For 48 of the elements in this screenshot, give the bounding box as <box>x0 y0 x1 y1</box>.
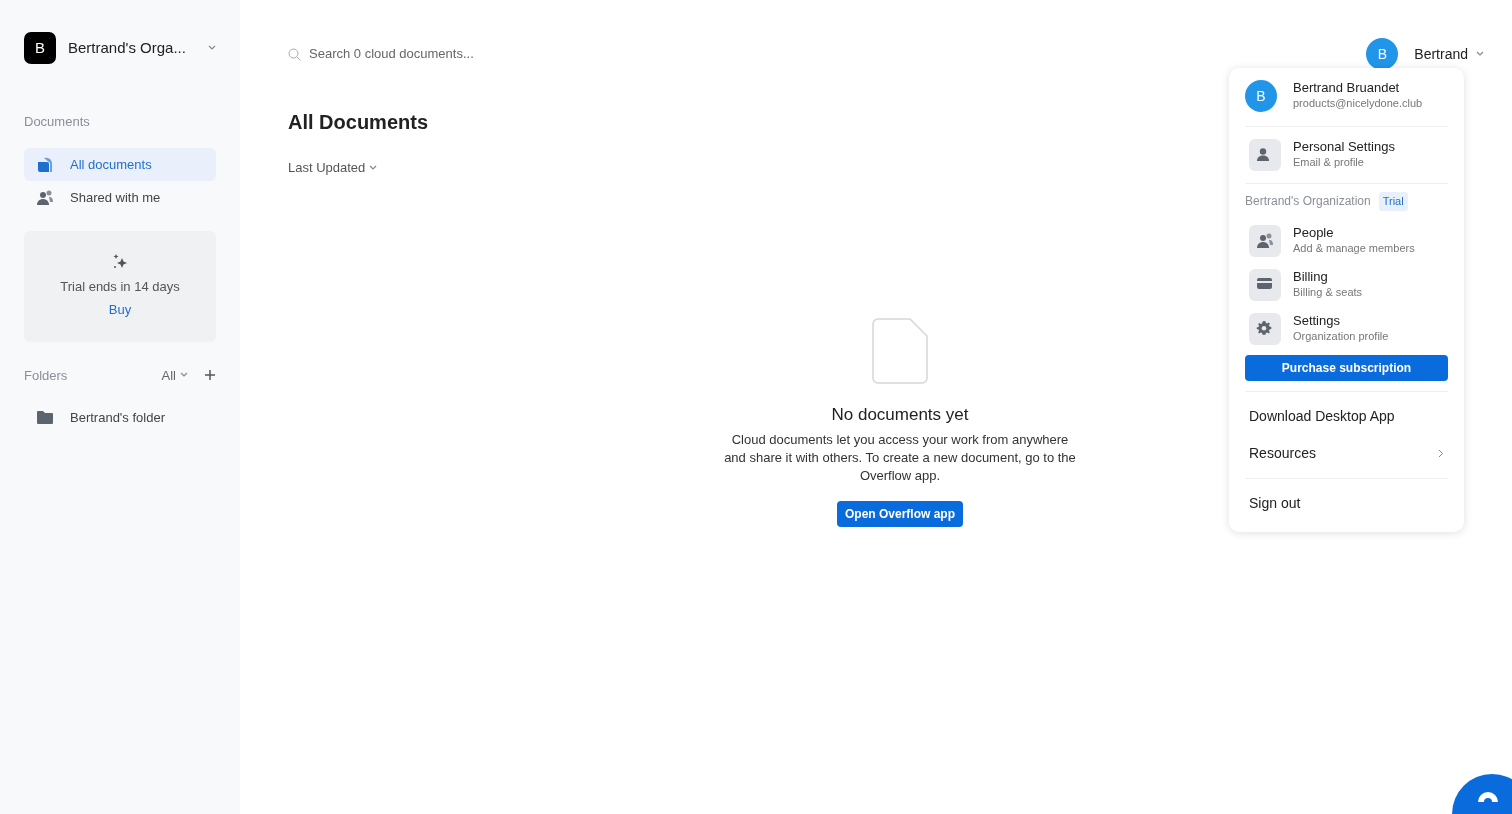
menu-item-subtitle: Email & profile <box>1293 155 1365 170</box>
folders-label: Folders <box>24 366 69 385</box>
org-avatar: B <box>24 32 56 64</box>
chevron-down-icon <box>180 372 188 379</box>
file-icon <box>872 317 928 384</box>
chevron-down-icon <box>1476 51 1484 57</box>
folder-filter[interactable]: All <box>161 365 176 385</box>
section-label: Documents <box>24 113 91 131</box>
menu-link[interactable]: Download Desktop App <box>1249 405 1395 427</box>
menu-item-subtitle: Organization profile <box>1293 328 1389 344</box>
profile-email: products@nicelydone.club <box>1293 96 1423 111</box>
search-icon <box>288 47 301 61</box>
documents-icon <box>36 155 54 173</box>
purchase-button[interactable]: Purchase subscription <box>1245 354 1448 381</box>
menu-item-title: Settings <box>1293 313 1341 329</box>
page-title: All Documents <box>288 110 430 134</box>
plus-icon[interactable] <box>204 369 216 382</box>
profile-avatar: B <box>1245 80 1277 112</box>
sparkle-icon <box>111 252 129 271</box>
folder-icon <box>36 410 54 426</box>
chevron-right-icon <box>1438 448 1444 458</box>
profile-name: Bertrand Bruandet <box>1293 81 1401 97</box>
nav-item[interactable]: All documents <box>24 147 216 181</box>
menu-link[interactable]: Resources <box>1249 442 1316 464</box>
chevron-down-icon <box>369 164 378 171</box>
menu-item-title: People <box>1293 225 1335 241</box>
org-name[interactable]: Bertrand's Orga... <box>68 36 200 60</box>
sort-dropdown[interactable]: Last Updated <box>288 158 366 178</box>
chevron-down-icon <box>208 45 216 51</box>
empty-title: No documents yet <box>830 403 970 426</box>
org-label: Bertrand's Organization <box>1245 193 1371 211</box>
people-icon <box>1256 232 1274 249</box>
people-icon <box>36 189 54 207</box>
menu-item-subtitle: Billing & seats <box>1293 284 1363 300</box>
settings-icon <box>1256 320 1274 337</box>
user-name[interactable]: Bertrand <box>1414 43 1468 65</box>
trial-text: Trial ends in 14 days <box>59 277 181 296</box>
trial-badge: Trial <box>1378 192 1408 211</box>
menu-item-title: Billing <box>1293 269 1329 285</box>
menu-item-subtitle: Add & manage members <box>1293 240 1415 256</box>
nav-item[interactable]: Shared with me <box>24 181 216 215</box>
menu-item-title: Personal Settings <box>1293 140 1395 156</box>
empty-description: Cloud documents let you access your work from anywhere and share it with others. To create a new document, go to the Overflow app. <box>723 431 1077 485</box>
sign-out-link[interactable]: Sign out <box>1249 492 1301 514</box>
open-app-button[interactable]: Open Overflow app <box>837 501 963 527</box>
folder-item[interactable]: Bertrand's folder <box>24 401 216 435</box>
search-field[interactable]: Search 0 cloud documents... <box>309 44 609 64</box>
buy-link[interactable]: Buy <box>108 300 132 320</box>
